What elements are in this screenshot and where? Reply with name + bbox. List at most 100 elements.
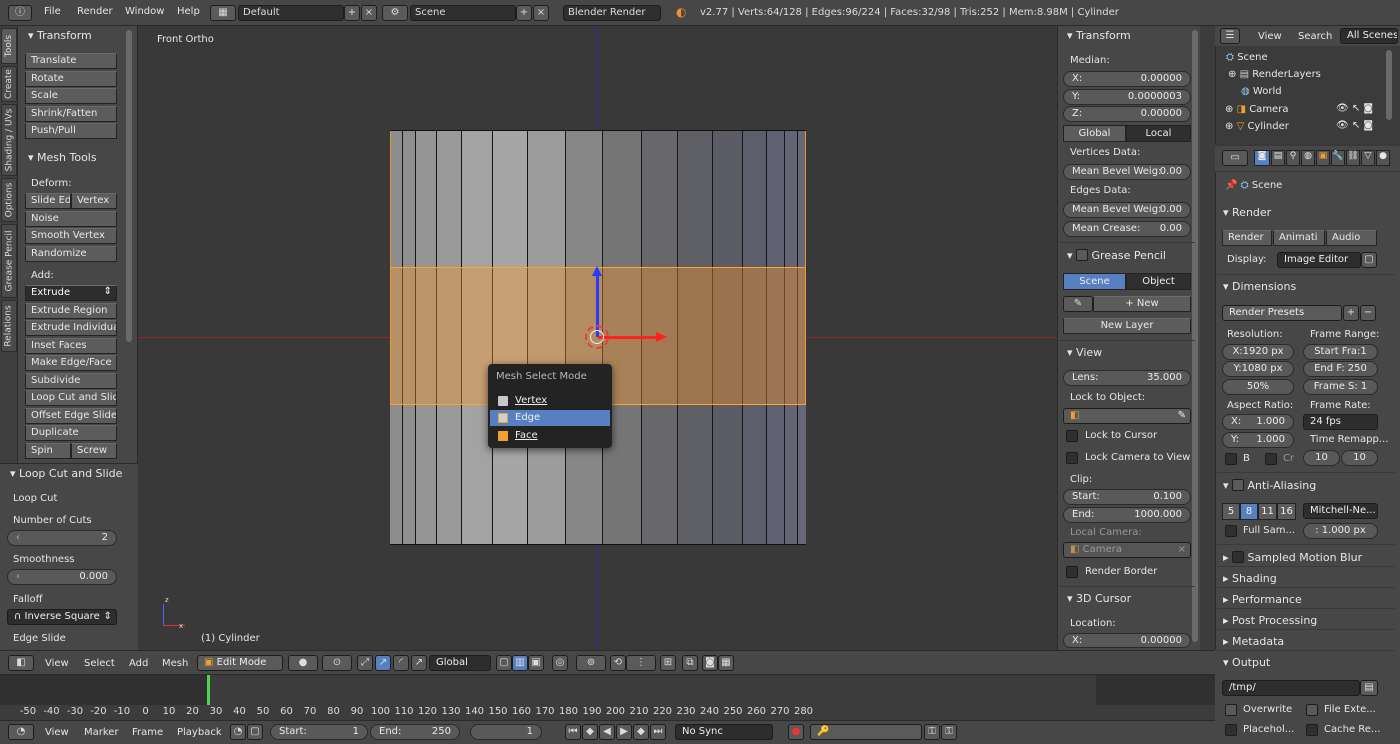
modifiers-context-icon[interactable]: 🔧 (1331, 150, 1345, 166)
render-animation-button[interactable]: Animati (1273, 230, 1325, 246)
start-frame-field[interactable]: Start Fra:1 (1303, 344, 1378, 360)
render-still-icon[interactable]: ◙ (702, 655, 718, 671)
aspect-y-field[interactable]: Y: 1.000 (1222, 432, 1294, 448)
remove-preset-icon[interactable]: − (1360, 305, 1376, 321)
select-mode-face[interactable]: Face (490, 428, 610, 444)
dimensions-panel-header[interactable]: ▾ Dimensions (1223, 280, 1296, 293)
performance-panel-header[interactable]: ▸ Performance (1223, 593, 1302, 606)
placeholders-checkbox[interactable] (1225, 724, 1237, 736)
transform-panel-header[interactable]: ▾ Transform (28, 29, 92, 42)
frame-step-field[interactable]: Frame S: 1 (1303, 379, 1378, 395)
timeline-editor-icon[interactable]: ◔ (8, 724, 34, 740)
smoothness-field[interactable]: ‹ 0.000 (7, 569, 117, 585)
number-of-cuts-field[interactable]: ‹ 2 (7, 530, 117, 546)
median-z-field[interactable]: Z: 0.00000 (1063, 106, 1191, 122)
tab-tools[interactable]: Tools (1, 28, 17, 64)
mean-bevel-vertex-field[interactable]: Mean Bevel Weig: 0.00 (1063, 164, 1191, 180)
aa-samples-8[interactable]: 8 (1240, 503, 1258, 520)
resolution-x-field[interactable]: X:1920 px (1222, 344, 1294, 360)
randomize-button[interactable]: Randomize (25, 246, 117, 262)
cache-result-checkbox[interactable] (1306, 724, 1318, 736)
grease-pencil-header[interactable]: ▾ Grease Pencil (1067, 249, 1166, 262)
filter-size-field[interactable]: : 1.000 px (1303, 523, 1378, 539)
lock-interface-icon[interactable]: ▢ (1361, 252, 1377, 268)
lock-object-field[interactable]: ◧ ✎ (1063, 408, 1191, 424)
3d-menu-select[interactable]: Select (84, 658, 115, 669)
jump-end-icon[interactable]: ⏭ (650, 724, 666, 740)
render-context-icon[interactable]: ◙ (1254, 150, 1270, 166)
render-anim-icon[interactable]: ▦ (718, 655, 734, 671)
delete-keyframe-icon[interactable]: ⚿ (941, 724, 957, 740)
tab-shading-uvs[interactable]: Shading / UVs (1, 104, 17, 176)
translate-manipulator-icon[interactable]: ↗ (375, 655, 391, 671)
remove-scene-icon[interactable]: × (533, 5, 549, 21)
full-sample-checkbox[interactable] (1225, 525, 1237, 537)
outliner-scrollbar[interactable] (1386, 50, 1392, 120)
select-mode-vertex[interactable]: Vertex (490, 393, 610, 409)
material-context-icon[interactable]: ● (1376, 150, 1390, 166)
3d-menu-view[interactable]: View (45, 658, 69, 669)
screw-button[interactable]: Screw (71, 443, 117, 459)
aspect-x-field[interactable]: X: 1.000 (1222, 414, 1294, 430)
aa-filter-select[interactable]: Mitchell-Ne... (1303, 503, 1378, 519)
scene-field[interactable]: Scene (410, 5, 516, 21)
snap-element-icon[interactable]: ⋮ (626, 655, 656, 671)
snap-target-icon[interactable]: ⊞ (660, 655, 676, 671)
current-frame-field[interactable]: 1 (470, 724, 542, 740)
prev-keyframe-icon[interactable]: ◆ (582, 724, 598, 740)
constraints-context-icon[interactable]: ⛓ (1346, 150, 1360, 166)
mesh-tools-panel-header[interactable]: ▾ Mesh Tools (28, 151, 97, 164)
timeline-start-field[interactable]: Start: 1 (270, 724, 368, 740)
shading-mode-icon[interactable]: ● (288, 655, 318, 671)
world-context-icon[interactable]: ◍ (1301, 150, 1315, 166)
aa-samples-11[interactable]: 11 (1258, 503, 1277, 520)
clip-start-field[interactable]: Start: 0.100 (1063, 489, 1191, 505)
anti-aliasing-checkbox[interactable] (1232, 479, 1245, 491)
select-edge-mode-icon[interactable]: ▥ (512, 655, 528, 671)
lock-range-icon[interactable]: ▢ (247, 724, 263, 740)
menu-render[interactable]: Render (77, 6, 113, 17)
timeline-end-field[interactable]: End: 250 (370, 724, 460, 740)
render-panel-header[interactable]: ▾ Render (1223, 206, 1271, 219)
menu-window[interactable]: Window (125, 6, 164, 17)
file-extensions-checkbox[interactable] (1306, 704, 1318, 716)
duplicate-button[interactable]: Duplicate (25, 425, 117, 441)
timeline-menu-marker[interactable]: Marker (84, 727, 119, 738)
crop-checkbox[interactable] (1265, 453, 1277, 465)
data-context-icon[interactable]: ▽ (1361, 150, 1375, 166)
metadata-panel-header[interactable]: ▸ Metadata (1223, 635, 1284, 648)
falloff-select[interactable]: ∩ Inverse Square ⇕ (7, 609, 117, 625)
local-toggle[interactable]: Local (1126, 125, 1191, 142)
snap-toggle-icon[interactable]: ⟲ (610, 655, 626, 671)
post-processing-panel-header[interactable]: ▸ Post Processing (1223, 614, 1317, 627)
visibility-eye-icon[interactable]: 👁 ↖ ◙ (1336, 103, 1373, 114)
smooth-vertex-button[interactable]: Smooth Vertex (25, 228, 117, 244)
add-preset-icon[interactable]: + (1343, 305, 1359, 321)
push-pull-button[interactable]: Push/Pull (25, 123, 117, 139)
display-select[interactable]: Image Editor (1277, 252, 1361, 268)
render-image-button[interactable]: Render (1222, 230, 1272, 246)
limit-selection-icon[interactable]: ◎ (552, 655, 568, 671)
extrude-menu[interactable]: Extrude ⇕ (25, 285, 117, 301)
add-screen-icon[interactable]: + (344, 5, 360, 21)
loop-cut-slide-button[interactable]: Loop Cut and Slide (25, 390, 117, 406)
layers-icon[interactable]: ⧉ (682, 655, 698, 671)
lens-field[interactable]: Lens: 35.000 (1063, 370, 1191, 386)
next-keyframe-icon[interactable]: ◆ (633, 724, 649, 740)
properties-editor-icon[interactable]: ▭ (1222, 150, 1248, 166)
render-audio-button[interactable]: Audio (1326, 230, 1377, 246)
outliner-search-menu[interactable]: Search (1298, 31, 1332, 42)
lock-to-cursor-checkbox[interactable] (1066, 430, 1078, 442)
slide-edge-button[interactable]: Slide Ed (25, 193, 71, 209)
outliner-editor-icon[interactable]: ☰ (1220, 28, 1240, 44)
outliner-view-menu[interactable]: View (1258, 31, 1282, 42)
record-keyframe-icon[interactable]: ● (788, 724, 804, 740)
insert-keyframe-icon[interactable]: ⚿ (924, 724, 940, 740)
output-path-field[interactable]: /tmp/ (1222, 680, 1360, 696)
outliner-item-renderlayers[interactable]: ⊕ ▤ RenderLayers (1228, 69, 1321, 80)
output-folder-icon[interactable]: ▤ (1360, 680, 1378, 696)
npanel-scrollbar[interactable] (1192, 30, 1198, 642)
render-engine-select[interactable]: Blender Render (563, 5, 661, 21)
offset-edge-slide-button[interactable]: Offset Edge Slide (25, 408, 117, 424)
layer-icon-1[interactable]: ▢ (496, 655, 512, 671)
